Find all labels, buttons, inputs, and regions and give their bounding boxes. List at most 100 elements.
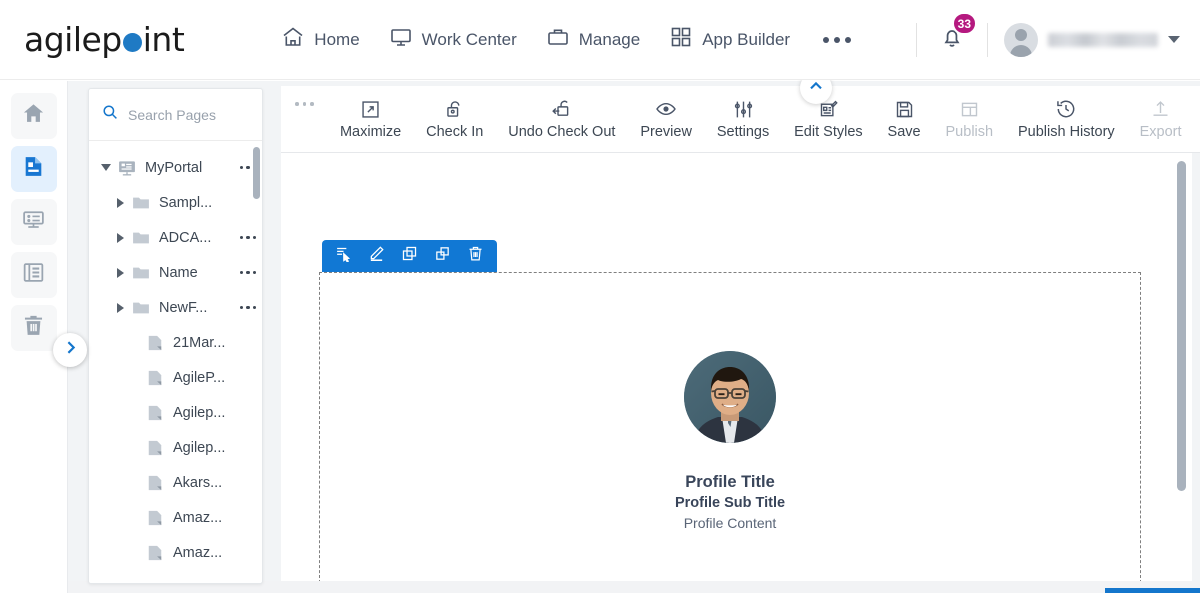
toolbar-check-in-button[interactable]: Check In	[420, 94, 489, 144]
tree-node-menu-button[interactable]	[236, 270, 256, 275]
profile-card-element[interactable]: Profile Title Profile Sub Title Profile …	[319, 272, 1141, 581]
tree-expand-toggle[interactable]	[109, 197, 131, 208]
rail-item-home[interactable]	[10, 93, 57, 139]
ellipsis-dot-icon	[252, 235, 256, 240]
toolbar-publish-button[interactable]: Publish	[940, 94, 1000, 144]
tree-node[interactable]: Agilep...	[89, 395, 262, 430]
tree-expand-toggle[interactable]	[109, 232, 131, 243]
notification-count-badge: 33	[951, 12, 977, 35]
toolbar-undo-check-out-label: Undo Check Out	[508, 124, 616, 140]
notifications-button[interactable]: 33	[933, 12, 977, 61]
tree-node-label: Name	[159, 264, 198, 281]
tree-node-label: Sampl...	[159, 194, 213, 211]
toolbar-maximize-button[interactable]: Maximize	[334, 94, 407, 144]
ellipsis-dot-icon	[845, 36, 852, 43]
toolbar-check-in-label: Check In	[426, 124, 484, 140]
tree-node-label: Amaz...	[173, 509, 223, 526]
nav-item-work-center[interactable]: Work Center	[377, 17, 529, 62]
page-icon	[21, 154, 46, 184]
toolbar-publish-history-button[interactable]: Publish History	[1012, 94, 1121, 144]
toolbar-undo-check-out-button[interactable]: Undo Check Out	[502, 94, 621, 144]
toolbar-edit-styles-button[interactable]: Edit Styles	[788, 94, 869, 144]
tree-node[interactable]: MyPortal	[89, 150, 262, 185]
toolbar-preview-button[interactable]: Preview	[634, 94, 698, 144]
toolbar-items: Maximize Check In Undo Check Out Preview…	[322, 94, 1200, 144]
trash-icon	[21, 313, 46, 343]
toolbar-preview-label: Preview	[640, 124, 692, 140]
folder-icon	[131, 298, 151, 318]
nav-item-app-builder-label: App Builder	[702, 29, 791, 49]
ellipsis-dot-icon	[295, 102, 299, 106]
rail-item-list[interactable]	[10, 252, 57, 298]
chevron-right-icon	[62, 339, 79, 361]
tree-node[interactable]: Agilep...	[89, 430, 262, 465]
tree-expand-toggle[interactable]	[109, 267, 131, 278]
tree-node[interactable]: AgileP...	[89, 360, 262, 395]
nav-item-home-label: Home	[314, 29, 360, 49]
page-icon	[145, 543, 165, 563]
save-icon	[894, 98, 915, 120]
nav-item-home[interactable]: Home	[269, 17, 371, 62]
duplicate-button[interactable]	[430, 244, 455, 269]
tree-node[interactable]: Amaz...	[89, 500, 262, 535]
ellipsis-dot-icon	[823, 36, 830, 43]
toolbar-export-button[interactable]: Export	[1134, 94, 1188, 144]
page-icon	[145, 473, 165, 493]
nav-item-app-builder[interactable]: App Builder	[657, 17, 802, 62]
nav-item-manage[interactable]: Manage	[534, 17, 652, 62]
logo-dot-icon	[122, 33, 142, 52]
nav-more-menu-button[interactable]	[807, 23, 867, 57]
rail-item-layout[interactable]	[10, 199, 57, 245]
select-parent-button[interactable]	[331, 244, 356, 269]
tree-node[interactable]: Name	[89, 255, 262, 290]
tree-node-label: ADCA...	[159, 229, 212, 246]
ellipsis-dot-icon	[239, 305, 243, 310]
tree-node[interactable]: 21Mar...	[89, 325, 262, 360]
page-canvas[interactable]: Profile Title Profile Sub Title Profile …	[281, 153, 1192, 581]
toolbar-overflow-button[interactable]	[295, 102, 314, 106]
caret-right-icon	[116, 197, 124, 208]
page-tree[interactable]: MyPortal Sampl... ADCA... Name NewF... 21Mar.…	[89, 141, 262, 583]
list-icon	[21, 260, 46, 290]
tree-node[interactable]: ADCA...	[89, 220, 262, 255]
search-pages-row	[89, 89, 262, 141]
tree-node-menu-button[interactable]	[236, 305, 256, 310]
toolbar-settings-button[interactable]: Settings	[711, 94, 775, 144]
tree-node-menu-button[interactable]	[236, 235, 256, 240]
ellipsis-dot-icon	[239, 270, 243, 275]
user-menu-button[interactable]	[1004, 22, 1180, 57]
tree-node-label: NewF...	[159, 299, 208, 316]
duplicate-icon	[434, 245, 451, 267]
rail-expand-button[interactable]	[53, 333, 87, 367]
ellipsis-dot-icon	[239, 165, 243, 170]
left-icon-rail	[0, 81, 87, 593]
toolbar-save-button[interactable]: Save	[882, 94, 927, 144]
delete-button[interactable]	[463, 244, 488, 269]
tree-expand-toggle[interactable]	[109, 302, 131, 313]
agilepoint-logo[interactable]: agilep int	[24, 20, 185, 59]
copy-button[interactable]	[397, 244, 422, 269]
page-icon	[145, 368, 165, 388]
search-input[interactable]	[128, 106, 246, 123]
rail-item-trash[interactable]	[10, 305, 57, 351]
page-toolbar: Maximize Check In Undo Check Out Preview…	[281, 72, 1200, 153]
profile-title: Profile Title	[685, 473, 775, 491]
tree-collapse-toggle[interactable]	[95, 164, 117, 171]
avatar-body-icon	[1010, 44, 1032, 57]
ellipsis-dot-icon	[246, 235, 250, 240]
caret-right-icon	[116, 232, 124, 243]
tree-node[interactable]: Amaz...	[89, 535, 262, 570]
tree-scrollbar[interactable]	[253, 147, 260, 199]
tree-node[interactable]: NewF...	[89, 290, 262, 325]
logo-text: agilep int	[24, 20, 185, 59]
edit-button[interactable]	[364, 244, 389, 269]
tree-node[interactable]: Akars...	[89, 465, 262, 500]
chevron-up-icon	[808, 78, 824, 99]
tree-node[interactable]: Sampl...	[89, 185, 262, 220]
logo-text-second: int	[142, 20, 185, 59]
rail-item-pages[interactable]	[10, 146, 57, 192]
toolbar-maximize-label: Maximize	[339, 124, 402, 140]
canvas-scrollbar[interactable]	[1177, 161, 1186, 491]
ellipsis-dot-icon	[302, 102, 306, 106]
avatar-head-icon	[1015, 28, 1027, 41]
